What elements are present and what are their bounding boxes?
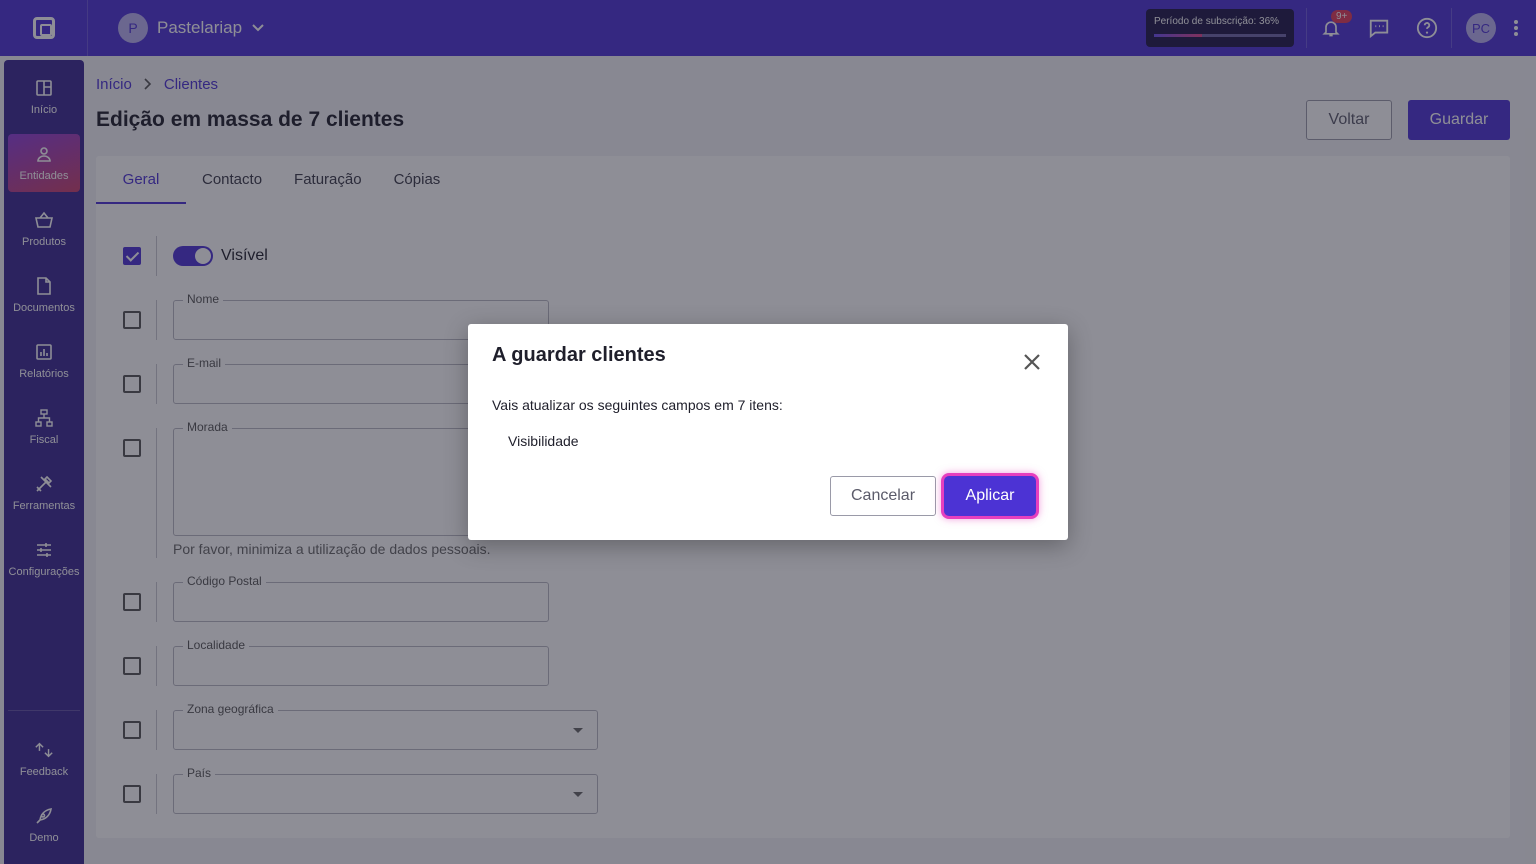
dialog-title: A guardar clientes (492, 344, 666, 366)
dialog-message: Vais atualizar os seguintes campos em 7 … (492, 397, 783, 413)
close-icon[interactable] (1020, 350, 1044, 374)
apply-button[interactable]: Aplicar (944, 476, 1036, 516)
cancel-button[interactable]: Cancelar (830, 476, 936, 516)
save-dialog: A guardar clientes Vais atualizar os seg… (468, 324, 1068, 540)
dialog-field-item: Visibilidade (508, 433, 579, 449)
